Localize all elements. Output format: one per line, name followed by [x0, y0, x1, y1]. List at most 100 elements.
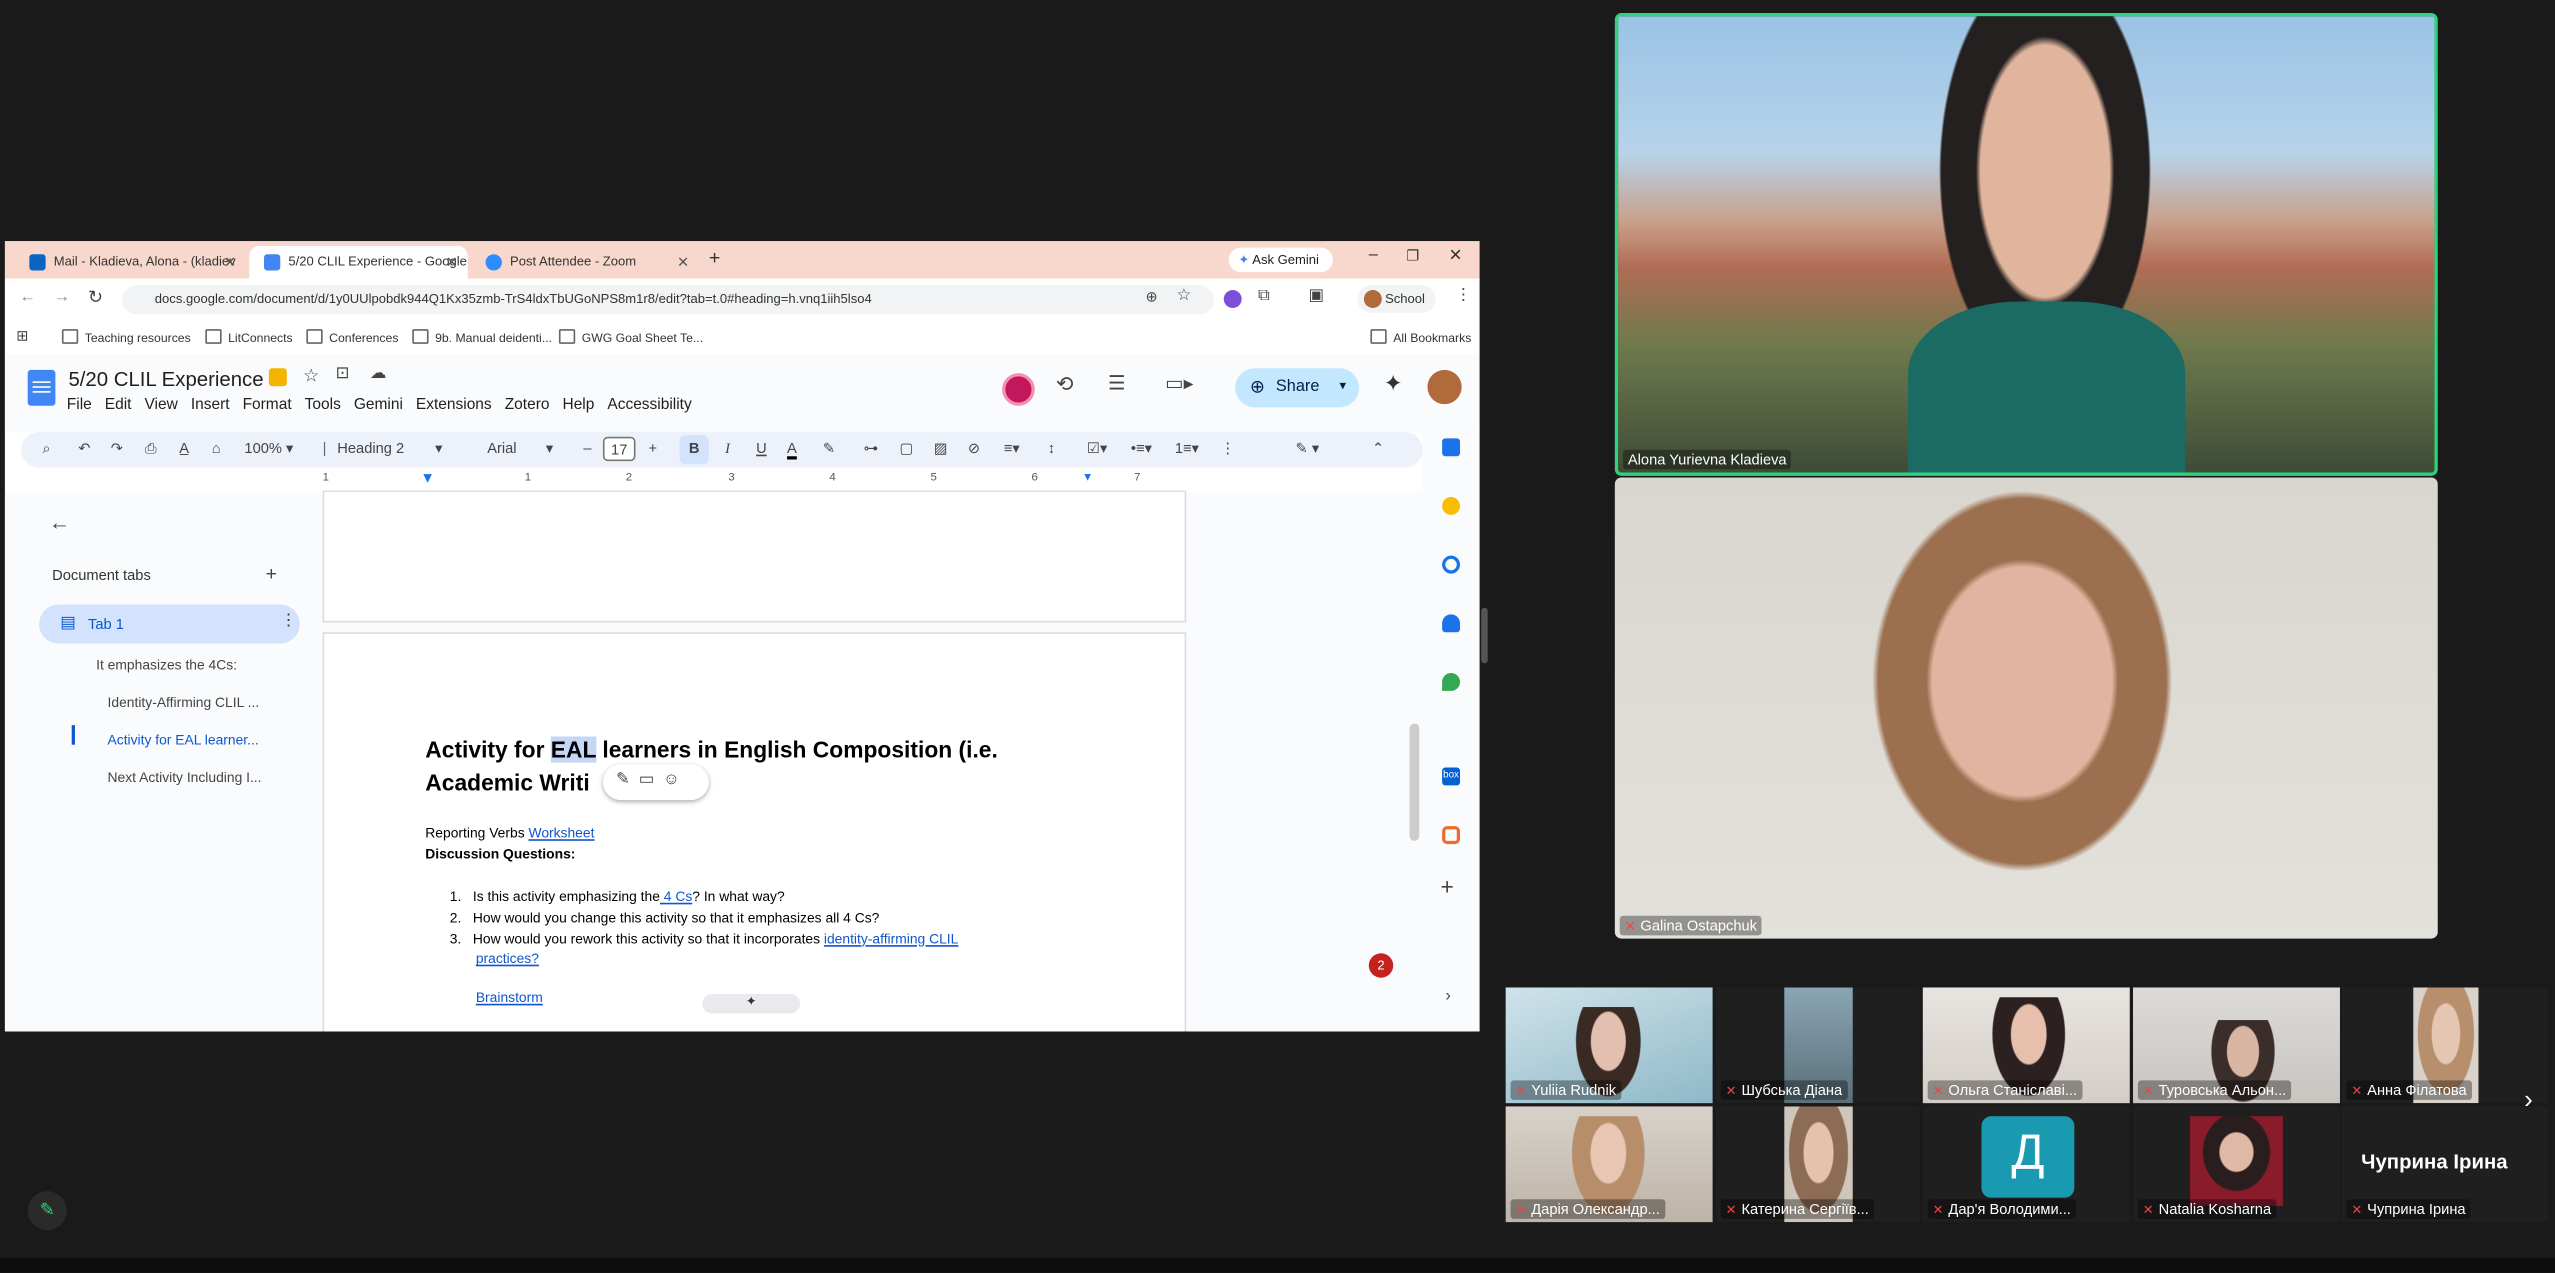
- gallery-tile[interactable]: ✕ Туровська Альон...: [2133, 987, 2340, 1104]
- box-icon[interactable]: box: [1442, 767, 1461, 786]
- gallery-tile[interactable]: Д ✕ Дар'я Володими...: [1922, 1106, 2130, 1223]
- zoom-lens-icon[interactable]: ⊕: [1146, 288, 1158, 306]
- link-icon[interactable]: ⊶: [864, 440, 879, 458]
- scrollbar[interactable]: [1409, 723, 1420, 841]
- paint-format-icon[interactable]: ⌂: [212, 440, 221, 456]
- editing-mode-icon[interactable]: ✎ ▾: [1295, 440, 1319, 458]
- gallery-tile[interactable]: ✕ Анна Філатова: [2341, 987, 2549, 1104]
- page-current[interactable]: Activity for EAL learners in English Com…: [322, 632, 1187, 1032]
- menu-tools[interactable]: Tools: [305, 396, 341, 414]
- print-icon[interactable]: ⎙: [145, 440, 157, 458]
- bookmark-item[interactable]: Teaching resources: [62, 329, 191, 346]
- gallery-tile[interactable]: ✕ Yuliia Rudnik: [1505, 987, 1713, 1104]
- right-indent-icon[interactable]: ▼: [1082, 473, 1093, 484]
- emoji-icon[interactable]: ☺: [663, 771, 680, 789]
- minimize-icon[interactable]: –: [1369, 246, 1378, 264]
- image-icon[interactable]: ▨: [934, 440, 948, 458]
- bookmark-item[interactable]: Conferences: [306, 329, 398, 346]
- window-close-icon[interactable]: ✕: [1449, 248, 1463, 266]
- share-button[interactable]: ⊕ Share ▾: [1235, 368, 1360, 408]
- kebab-menu-icon[interactable]: ⋮: [1455, 287, 1471, 305]
- gallery-tile[interactable]: ✕ Дарія Олександр...: [1505, 1106, 1713, 1223]
- bookmark-item[interactable]: 9b. Manual deidenti...: [412, 329, 552, 346]
- account-avatar[interactable]: [1427, 369, 1462, 405]
- tab-docs[interactable]: 5/20 CLIL Experience - Google ✕: [249, 246, 468, 279]
- back-arrow-icon[interactable]: ←: [49, 510, 70, 534]
- keep-icon[interactable]: [1442, 496, 1461, 515]
- maps-icon[interactable]: [1442, 672, 1461, 691]
- worksheet-link[interactable]: Worksheet: [528, 825, 594, 841]
- ask-gemini-button[interactable]: ✦ Ask Gemini: [1228, 247, 1333, 273]
- menu-insert[interactable]: Insert: [191, 396, 230, 414]
- selected-text[interactable]: EAL: [550, 736, 597, 763]
- text-color-button[interactable]: A: [787, 440, 797, 460]
- 4cs-link[interactable]: 4 Cs: [660, 888, 692, 904]
- tab-1[interactable]: ▤ Tab 1 ⋮: [39, 604, 300, 644]
- menu-zotero[interactable]: Zotero: [505, 396, 550, 414]
- font-select[interactable]: Arial ▾: [487, 440, 553, 456]
- activity-heading[interactable]: Activity for EAL learners in English Com…: [425, 733, 1109, 798]
- brainstorm-link[interactable]: Brainstorm: [476, 989, 543, 1005]
- numbered-list-icon[interactable]: 1≡▾: [1175, 440, 1199, 458]
- close-icon[interactable]: ✕: [677, 254, 689, 272]
- menu-gemini[interactable]: Gemini: [354, 396, 403, 414]
- new-tab-icon[interactable]: +: [709, 246, 720, 269]
- history-icon[interactable]: ⟲: [1056, 372, 1074, 398]
- menu-help[interactable]: Help: [563, 396, 595, 414]
- indent-marker-icon[interactable]: ▼: [420, 469, 435, 485]
- outline-item-active[interactable]: Activity for EAL learner...: [108, 732, 259, 748]
- checklist-icon[interactable]: ☑▾: [1087, 440, 1108, 458]
- next-page-icon[interactable]: ›: [2524, 1087, 2533, 1116]
- font-size-input[interactable]: 17: [602, 436, 636, 462]
- annotate-pencil-icon[interactable]: ✎: [27, 1191, 67, 1231]
- gemini-doc-icon[interactable]: [268, 368, 287, 387]
- sidepanel-icon[interactable]: ▣: [1308, 287, 1323, 305]
- star-icon[interactable]: ☆: [303, 365, 319, 387]
- gemini-sparkle-icon[interactable]: ✦: [1383, 370, 1402, 398]
- increase-font-icon[interactable]: +: [649, 440, 658, 456]
- redo-icon[interactable]: ↷: [111, 440, 123, 458]
- reload-icon[interactable]: ↻: [88, 287, 103, 308]
- undo-icon[interactable]: ↶: [78, 440, 90, 458]
- spellcheck-icon[interactable]: A̲: [179, 440, 189, 456]
- contacts-icon[interactable]: [1442, 614, 1461, 633]
- menu-accessibility[interactable]: Accessibility: [607, 396, 691, 414]
- profile-button[interactable]: School: [1357, 285, 1436, 313]
- star-icon[interactable]: ☆: [1176, 287, 1191, 305]
- meet-icon[interactable]: ▭▸: [1165, 372, 1193, 395]
- bullet-list-icon[interactable]: •≡▾: [1131, 440, 1152, 458]
- gemini-sparkle-icon[interactable]: ✦: [702, 993, 801, 1014]
- identity-affirming-link[interactable]: identity-affirming CLIL: [824, 930, 958, 946]
- chevron-down-icon[interactable]: ▾: [1339, 378, 1346, 393]
- highlight-icon[interactable]: ✎: [823, 440, 835, 458]
- add-comment-icon[interactable]: ▢: [899, 440, 913, 458]
- calendar-icon[interactable]: [1442, 438, 1461, 457]
- participant-video[interactable]: ✕ Galina Ostapchuk: [1614, 477, 2438, 939]
- zoom-select[interactable]: 100% ▾: [244, 440, 293, 458]
- url-input[interactable]: docs.google.com/document/d/1y0UUlpobdk94…: [122, 285, 1214, 315]
- menu-file[interactable]: File: [67, 396, 92, 414]
- search-icon[interactable]: ⌕: [42, 440, 50, 458]
- collapse-icon[interactable]: ⌃: [1372, 440, 1384, 458]
- add-comment-icon[interactable]: ▭: [639, 771, 654, 789]
- outline-item[interactable]: It emphasizes the 4Cs:: [96, 657, 237, 673]
- puzzle-icon[interactable]: ⧉: [1258, 287, 1270, 305]
- comments-icon[interactable]: ☰: [1108, 372, 1126, 395]
- underline-button[interactable]: U: [756, 440, 767, 456]
- align-icon[interactable]: ≡▾: [1004, 440, 1020, 458]
- bookmark-item[interactable]: GWG Goal Sheet Te...: [559, 329, 703, 346]
- gallery-tile[interactable]: ✕ Шубська Діана: [1715, 987, 1920, 1104]
- decrease-font-icon[interactable]: –: [583, 440, 591, 456]
- collaborator-avatar[interactable]: [1002, 373, 1035, 406]
- restore-icon[interactable]: ❐: [1406, 248, 1419, 266]
- document-title[interactable]: 5/20 CLIL Experience: [68, 368, 263, 391]
- add-addon-icon[interactable]: +: [1440, 873, 1453, 899]
- gallery-tile[interactable]: ✕ Катерина Сергіїв...: [1715, 1106, 1920, 1223]
- active-speaker-video[interactable]: Alona Yurievna Kladieva: [1614, 13, 2438, 476]
- move-folder-icon[interactable]: ⊡: [336, 365, 350, 383]
- tasks-icon[interactable]: [1442, 555, 1461, 574]
- style-select[interactable]: Heading 2 ▾: [337, 440, 442, 456]
- menu-format[interactable]: Format: [243, 396, 292, 414]
- extension-icon[interactable]: [1223, 290, 1242, 308]
- edit-icon[interactable]: ✎: [616, 771, 630, 789]
